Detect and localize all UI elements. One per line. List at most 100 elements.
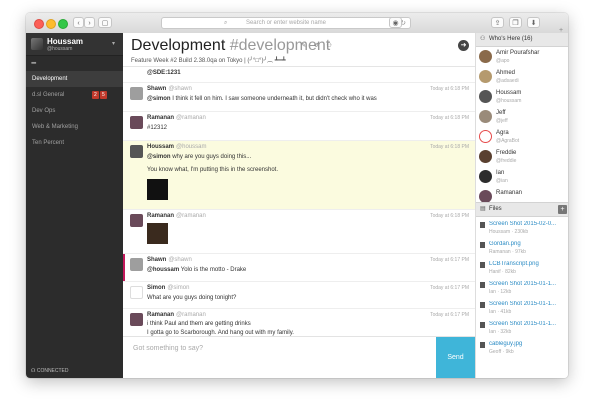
sidebar-item-web-marketing[interactable]: Web & Marketing (26, 119, 123, 135)
list-item: Shawn @shawn Today at 6:18 PM @simon I th… (123, 82, 475, 111)
file-item-name[interactable]: Screen Shot 2015-01-1... (489, 321, 567, 327)
channel-actions-icon[interactable]: ✎ ↺ ⚇ (301, 42, 335, 49)
message-author[interactable]: Houssam @houssam (147, 144, 206, 150)
user-item[interactable]: Houssam @houssam (476, 87, 568, 107)
sidebar-toggle-icon[interactable]: ▢ (98, 17, 112, 28)
file-item-name[interactable]: Screen Shot 2015-01-1... (489, 301, 567, 307)
user-item[interactable]: Amir Pourafshar @apo (476, 47, 568, 67)
user-item-name: Ian (496, 170, 505, 176)
file-item[interactable]: cableguy.jpg Geoff · 9kb (476, 339, 568, 359)
message-author[interactable]: Ramanan @ramanan (147, 115, 206, 121)
sidebar-item-development[interactable]: Development (26, 71, 123, 87)
connection-status: ☊ CONNECTED (31, 368, 69, 374)
user-item[interactable]: Ahmed @adsaedi (476, 67, 568, 87)
message-text: @houssam Yolo is the motto - Drake (147, 267, 247, 273)
user-menu[interactable]: Houssam @houssam ▾ (26, 33, 123, 56)
file-item-name[interactable]: Screen Shot 2015-01-1... (489, 281, 567, 287)
chevron-down-icon[interactable]: ▾ (112, 40, 115, 47)
user-item-handle: @adsaedi (496, 78, 519, 84)
whos-here-header: ⚇ Who's Here (16) (476, 33, 568, 47)
message-author[interactable]: Ramanan @ramanan (147, 213, 206, 219)
browser-toolbar: ‹ › ▢ ⌕ Search or enter website name ↻ ◉… (26, 13, 568, 34)
address-bar[interactable]: ⌕ Search or enter website name ↻ (161, 17, 411, 29)
user-item-handle: @jeff (496, 118, 508, 124)
message-author[interactable]: Shawn @shawn (147, 86, 192, 92)
users-icon: ⚇ (480, 36, 486, 42)
search-icon: ⌕ (224, 20, 228, 26)
file-icon (480, 222, 485, 228)
file-item-name[interactable]: Screen Shot 2015-02-0... (489, 221, 567, 227)
file-item[interactable]: Screen Shot 2015-02-0... Houssam · 230kb (476, 219, 568, 239)
user-item[interactable]: Ian @ian (476, 167, 568, 187)
message-time: Today at 6:18 PM (430, 115, 469, 121)
user-item[interactable]: Agra @AgraBot (476, 127, 568, 147)
image-attachment[interactable] (147, 223, 168, 244)
minimize-window-button[interactable] (46, 19, 56, 29)
message-text: @SDE:1231 (147, 70, 181, 76)
avatar[interactable] (130, 214, 143, 227)
avatar[interactable] (130, 313, 143, 326)
image-attachment[interactable] (147, 179, 168, 200)
avatar[interactable] (130, 87, 143, 100)
user-item-handle: @freddie (496, 158, 517, 164)
sidebar-item-general[interactable]: d.sl General 2 5 (26, 87, 123, 103)
avatar[interactable] (130, 145, 143, 158)
tabs-icon[interactable]: ❐ (509, 17, 522, 28)
avatar (479, 170, 492, 183)
channel-sidebar: Houssam @houssam ▾ ▪▪▪ Development d.sl … (26, 33, 123, 378)
whos-here-title: Who's Here (16) (489, 36, 533, 42)
back-button[interactable]: ‹ (73, 17, 84, 28)
message-input[interactable]: Got something to say? (133, 345, 203, 352)
zoom-window-button[interactable] (58, 19, 68, 29)
file-item-meta: Ian · 41kb (489, 309, 512, 315)
file-item[interactable]: Screen Shot 2015-01-1... Ian · 41kb (476, 299, 568, 319)
file-item-meta: Ramanan · 97kb (489, 249, 526, 255)
avatar (479, 70, 492, 83)
file-item-name[interactable]: LCBTranscript.png (489, 261, 567, 267)
avatar[interactable] (130, 286, 143, 299)
user-item-name: Ahmed (496, 70, 516, 76)
sidebar-item-ten-percent[interactable]: Ten Percent (26, 135, 123, 151)
message-text: @simon why are you guys doing this... (147, 154, 252, 160)
sidebar-item-dev-ops[interactable]: Dev Ops (26, 103, 123, 119)
message-time: Today at 6:17 PM (430, 285, 469, 291)
share-icon[interactable]: ⇪ (491, 17, 504, 28)
grid-icon[interactable]: ▪▪▪ (31, 60, 37, 67)
user-item-name: Freddie (496, 150, 517, 156)
file-item[interactable]: Screen Shot 2015-01-1... Ian · 12kb (476, 279, 568, 299)
arrow-right-icon[interactable]: ➜ (458, 40, 469, 51)
sidebar-item-label: Development (32, 76, 68, 82)
close-window-button[interactable] (34, 19, 44, 29)
file-item-name[interactable]: Gordan.png (489, 241, 567, 247)
list-item: Ramanan @ramanan Today at 6:17 PM i think… (123, 308, 475, 337)
message-list[interactable]: @SDE:1231 Shawn @shawn Today at 6:18 PM @… (123, 66, 475, 337)
user-handle: @houssam (47, 46, 73, 52)
message-author[interactable]: Simon @simon (147, 285, 189, 291)
message-text: What are you guys doing tonight? (147, 295, 237, 301)
files-header: ▤ Files + (476, 202, 568, 217)
user-item[interactable]: Jeff @jeff (476, 107, 568, 127)
message-text: You know what, I'm putting this in the s… (147, 167, 278, 173)
shield-icon[interactable]: ◉ (389, 17, 402, 28)
file-item-meta: Hanif · 82kb (489, 269, 516, 275)
file-item[interactable]: Screen Shot 2015-01-1... Ian · 32kb (476, 319, 568, 339)
message-author[interactable]: Ramanan @ramanan (147, 312, 206, 318)
forward-button[interactable]: › (84, 17, 95, 28)
avatar[interactable] (130, 258, 143, 271)
file-item-name[interactable]: cableguy.jpg (489, 341, 567, 347)
user-item[interactable]: Ramanan (476, 187, 568, 202)
unread-badge: 5 (100, 91, 107, 99)
message-time: Today at 6:17 PM (430, 257, 469, 263)
file-item[interactable]: LCBTranscript.png Hanif · 82kb (476, 259, 568, 279)
file-item[interactable]: Gordan.png Ramanan · 97kb (476, 239, 568, 259)
list-item: @SDE:1231 (123, 67, 475, 81)
avatar[interactable] (130, 116, 143, 129)
mention-badge: 2 (92, 91, 99, 99)
send-button[interactable]: Send (436, 337, 475, 378)
user-item[interactable]: Freddie @freddie (476, 147, 568, 167)
message-author[interactable]: Shawn @shawn (147, 257, 192, 263)
add-file-button[interactable]: + (558, 205, 567, 214)
channel-topic: Feature Week #2 Build 2.38.0qa on Tokyo … (131, 58, 286, 64)
file-icon (480, 342, 485, 348)
download-icon[interactable]: ⬇ (527, 17, 540, 28)
